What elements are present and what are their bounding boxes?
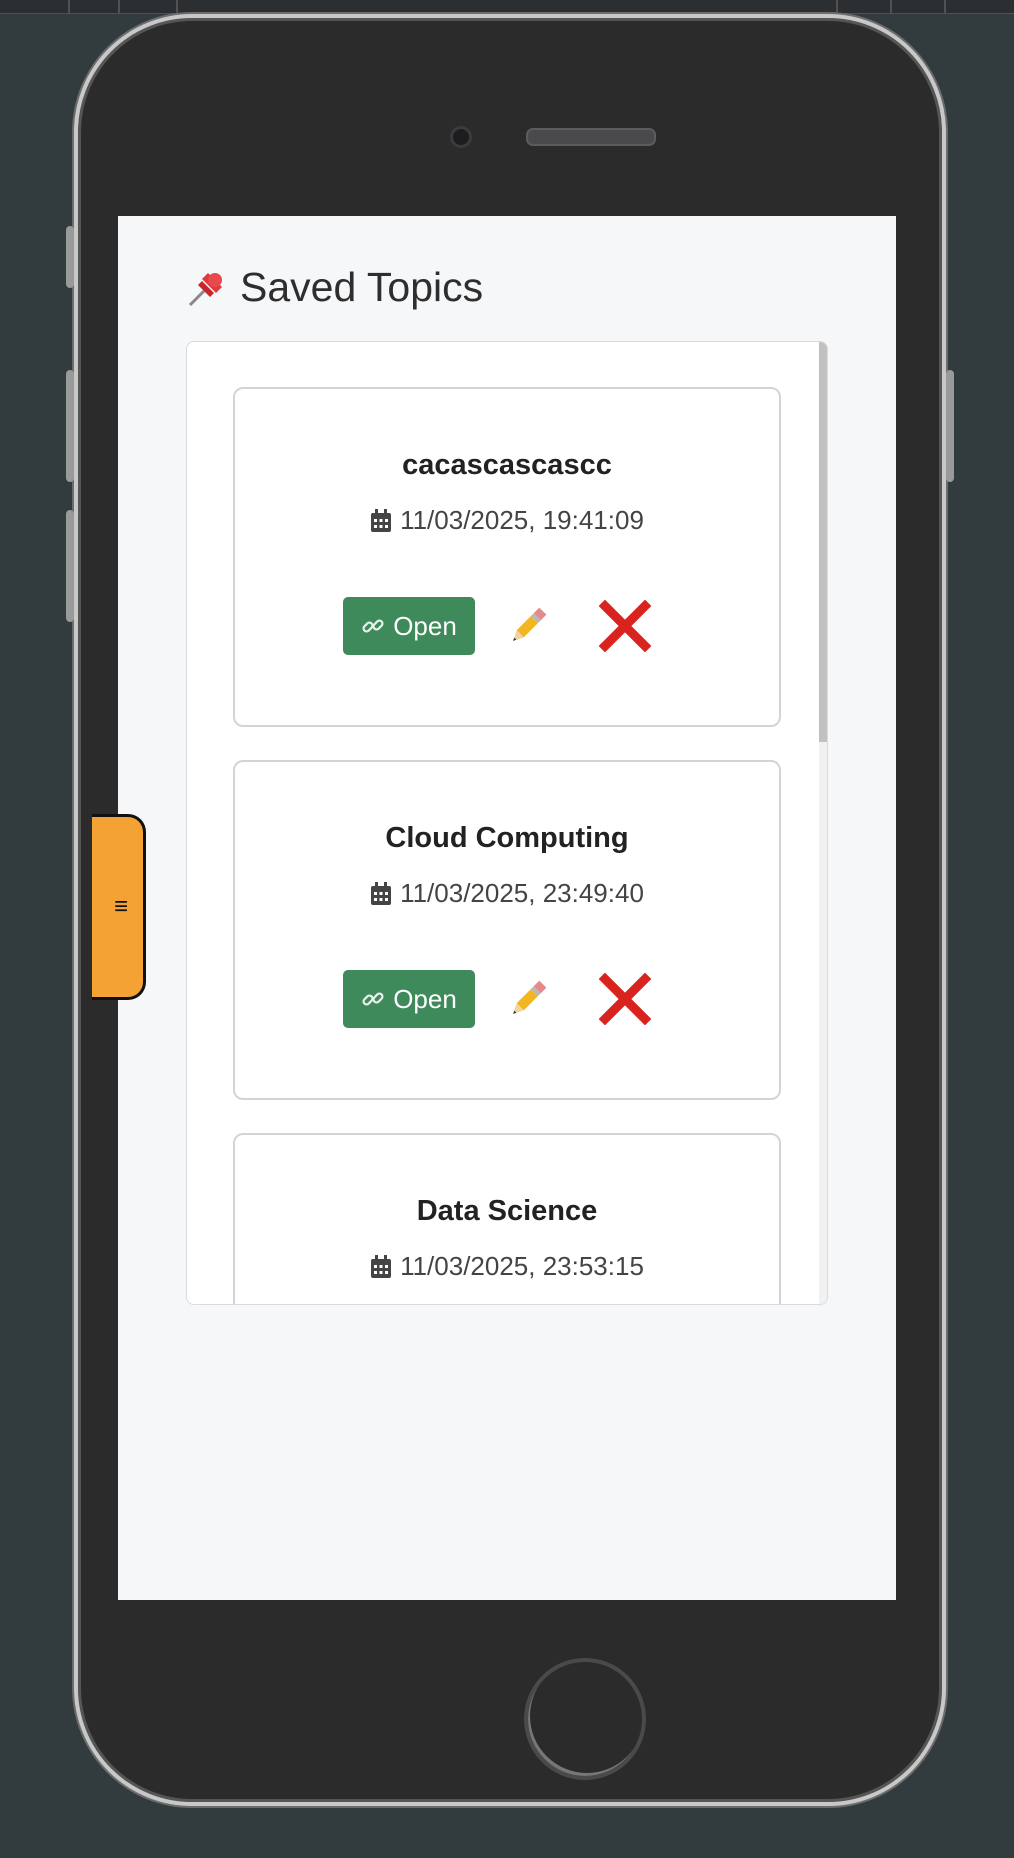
earpiece-speaker xyxy=(526,128,656,146)
scrollbar-thumb[interactable] xyxy=(819,342,827,742)
topic-date: 11/03/2025, 19:41:09 xyxy=(235,505,779,536)
phone-screen: Saved Topics cacascascascc 11/03/2025, 1… xyxy=(118,216,896,1600)
open-button[interactable]: Open xyxy=(343,597,475,655)
link-icon xyxy=(362,619,384,633)
topic-card: Data Science 11/03/2025, 23:53:15 xyxy=(233,1133,781,1304)
topic-actions: Open xyxy=(343,597,652,655)
topics-list[interactable]: cacascascascc 11/03/2025, 19:41:09 Open xyxy=(186,341,828,1305)
topic-title: Cloud Computing xyxy=(385,822,629,854)
page-title-text: Saved Topics xyxy=(240,264,484,310)
pencil-icon[interactable] xyxy=(505,976,551,1022)
pushpin-icon xyxy=(186,267,228,309)
topic-title: Data Science xyxy=(416,1195,598,1227)
topic-date-text: 11/03/2025, 23:49:40 xyxy=(400,878,644,908)
topic-actions: Open xyxy=(343,970,652,1028)
topic-date: 11/03/2025, 23:49:40 xyxy=(235,878,779,909)
topic-title: cacascascascc xyxy=(402,449,612,481)
open-button-label: Open xyxy=(393,983,457,1014)
calendar-icon xyxy=(370,1254,392,1279)
red-x-icon[interactable] xyxy=(598,599,652,653)
red-x-icon[interactable] xyxy=(598,972,652,1026)
top-window-strip xyxy=(0,0,1014,14)
volume-up-button xyxy=(66,370,74,482)
power-button xyxy=(946,370,954,482)
home-button[interactable] xyxy=(524,1658,646,1780)
topic-date-text: 11/03/2025, 19:41:09 xyxy=(400,505,644,535)
link-icon xyxy=(362,992,384,1006)
topic-date: 11/03/2025, 23:53:15 xyxy=(235,1251,779,1282)
mute-switch xyxy=(66,226,74,288)
pencil-icon[interactable] xyxy=(505,603,551,649)
topic-card: cacascascascc 11/03/2025, 19:41:09 Open xyxy=(233,387,781,727)
front-camera xyxy=(450,126,472,148)
calendar-icon xyxy=(370,881,392,906)
sidebar-toggle-tab[interactable]: ≡ xyxy=(92,814,146,1000)
open-button[interactable]: Open xyxy=(343,970,475,1028)
page-title: Saved Topics xyxy=(186,264,483,311)
volume-down-button xyxy=(66,510,74,622)
menu-icon: ≡ xyxy=(114,893,129,920)
open-button-label: Open xyxy=(393,610,457,641)
scrollbar-track[interactable] xyxy=(819,342,827,1304)
calendar-icon xyxy=(370,508,392,533)
topic-date-text: 11/03/2025, 23:53:15 xyxy=(400,1251,644,1281)
topic-card: Cloud Computing 11/03/2025, 23:49:40 Ope… xyxy=(233,760,781,1100)
